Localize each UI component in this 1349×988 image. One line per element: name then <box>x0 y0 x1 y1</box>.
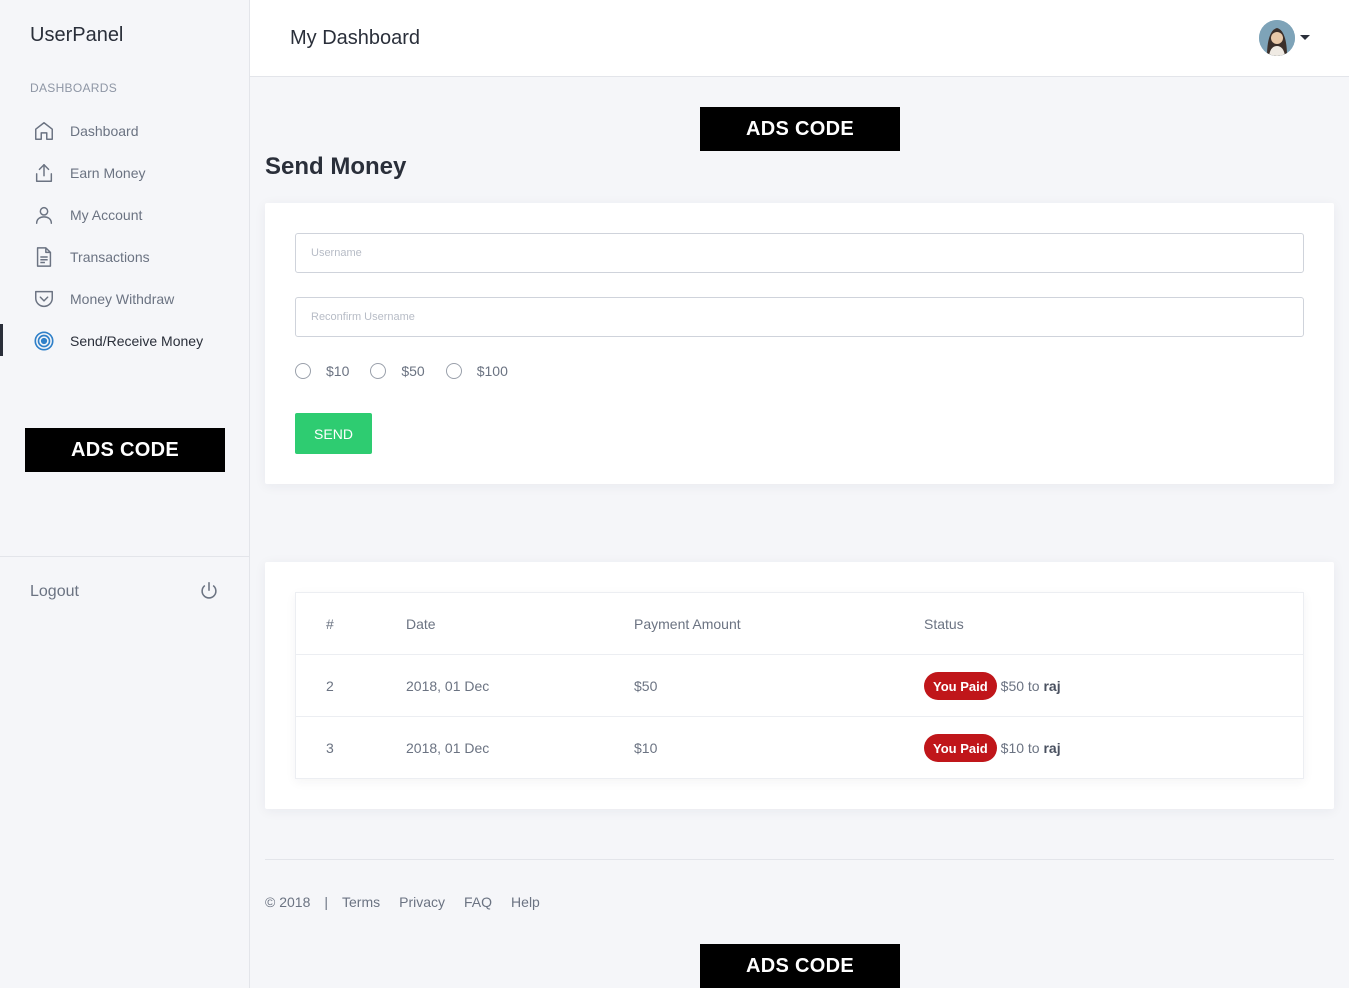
row-id: 2 <box>326 678 334 694</box>
user-avatar[interactable] <box>1259 20 1295 56</box>
column-header-date: Date <box>406 616 436 632</box>
status-detail: $50 to raj <box>1001 678 1061 694</box>
sidebar-item-transactions[interactable]: Transactions <box>0 236 249 278</box>
footer-link-faq[interactable]: FAQ <box>464 894 492 910</box>
sidebar-ads-banner[interactable]: ADS CODE <box>25 428 225 472</box>
user-icon <box>33 204 55 226</box>
footer-link-help[interactable]: Help <box>511 894 540 910</box>
logout-link[interactable]: Logout <box>30 583 79 601</box>
footer-divider <box>265 859 1334 860</box>
transactions-card: # Date Payment Amount Status 2 2018, 01 … <box>265 562 1334 809</box>
footer-separator: | <box>324 894 328 910</box>
status-detail-amount: $10 <box>1000 740 1025 756</box>
bottom-ads-banner[interactable]: ADS CODE <box>700 944 900 988</box>
amount-option-100[interactable]: $100 <box>445 363 508 379</box>
sidebar-item-label: My Account <box>70 207 143 223</box>
transactions-table: # Date Payment Amount Status 2 2018, 01 … <box>295 592 1304 779</box>
column-header-id: # <box>326 616 334 632</box>
brand-title[interactable]: UserPanel <box>30 24 123 47</box>
chevron-down-icon[interactable] <box>1300 35 1310 40</box>
radio-label: $100 <box>476 363 508 379</box>
footer-link-terms[interactable]: Terms <box>342 894 380 910</box>
status-badge: You Paid <box>924 734 997 762</box>
row-id: 3 <box>326 740 334 756</box>
send-money-title: Send Money <box>265 153 407 180</box>
top-ads-banner[interactable]: ADS CODE <box>700 107 900 151</box>
sidebar-item-label: Dashboard <box>70 123 139 139</box>
top-header: My Dashboard <box>250 0 1349 77</box>
sidebar-item-label: Send/Receive Money <box>70 333 204 349</box>
radio-button[interactable] <box>370 363 387 379</box>
radio-button[interactable] <box>445 363 462 379</box>
sidebar-nav: Dashboard Earn Money My Account Transact… <box>0 110 249 362</box>
status-detail-to: to <box>1027 740 1040 756</box>
row-status: You Paid $10 to raj <box>924 717 1061 779</box>
status-recipient: raj <box>1043 740 1061 756</box>
sidebar-item-dashboard[interactable]: Dashboard <box>0 110 249 152</box>
table-row: 2 2018, 01 Dec $50 You Paid $50 to raj <box>296 655 1303 717</box>
status-recipient: raj <box>1043 678 1061 694</box>
status-badge: You Paid <box>924 672 997 700</box>
sidebar: UserPanel DASHBOARDS Dashboard Earn Mone… <box>0 0 250 988</box>
reconfirm-username-input[interactable] <box>295 297 1304 337</box>
radio-label: $10 <box>326 363 350 379</box>
power-icon[interactable] <box>198 580 220 602</box>
amount-radio-group: $10 $50 $100 <box>295 363 529 379</box>
row-amount: $10 <box>634 740 658 756</box>
footer-link-privacy[interactable]: Privacy <box>399 894 445 910</box>
status-detail: $10 to raj <box>1001 740 1061 756</box>
home-icon <box>33 120 55 142</box>
radio-button[interactable] <box>295 363 311 379</box>
sidebar-item-send-receive-money[interactable]: Send/Receive Money <box>0 320 249 362</box>
row-date: 2018, 01 Dec <box>406 678 490 694</box>
sidebar-item-label: Earn Money <box>70 165 146 181</box>
sidebar-item-label: Money Withdraw <box>70 291 175 307</box>
sidebar-item-label: Transactions <box>70 249 150 265</box>
copyright: © 2018 <box>265 894 311 910</box>
footer: © 2018 | Terms Privacy FAQ Help <box>265 894 559 910</box>
username-input[interactable] <box>295 233 1304 273</box>
table-header-row: # Date Payment Amount Status <box>296 593 1303 655</box>
target-icon <box>33 330 55 352</box>
sidebar-divider <box>0 556 249 557</box>
radio-label: $50 <box>401 363 425 379</box>
pocket-icon <box>33 288 55 310</box>
document-icon <box>33 246 55 268</box>
send-money-card: $10 $50 $100 SEND <box>265 203 1334 484</box>
amount-option-50[interactable]: $50 <box>370 363 425 379</box>
sidebar-item-money-withdraw[interactable]: Money Withdraw <box>0 278 249 320</box>
row-status: You Paid $50 to raj <box>924 655 1061 717</box>
status-detail-amount: $50 <box>1000 678 1025 694</box>
send-button[interactable]: SEND <box>295 413 372 454</box>
page-title: My Dashboard <box>290 27 421 49</box>
section-label-dashboards: DASHBOARDS <box>30 81 118 95</box>
column-header-payment-amount: Payment Amount <box>634 616 741 632</box>
row-date: 2018, 01 Dec <box>406 740 490 756</box>
upload-icon <box>33 162 55 184</box>
amount-option-10[interactable]: $10 <box>295 363 349 379</box>
table-row: 3 2018, 01 Dec $10 You Paid $10 to raj <box>296 717 1303 779</box>
status-detail-to: to <box>1027 678 1040 694</box>
row-amount: $50 <box>634 678 658 694</box>
sidebar-item-earn-money[interactable]: Earn Money <box>0 152 249 194</box>
column-header-status: Status <box>924 616 964 632</box>
sidebar-item-my-account[interactable]: My Account <box>0 194 249 236</box>
